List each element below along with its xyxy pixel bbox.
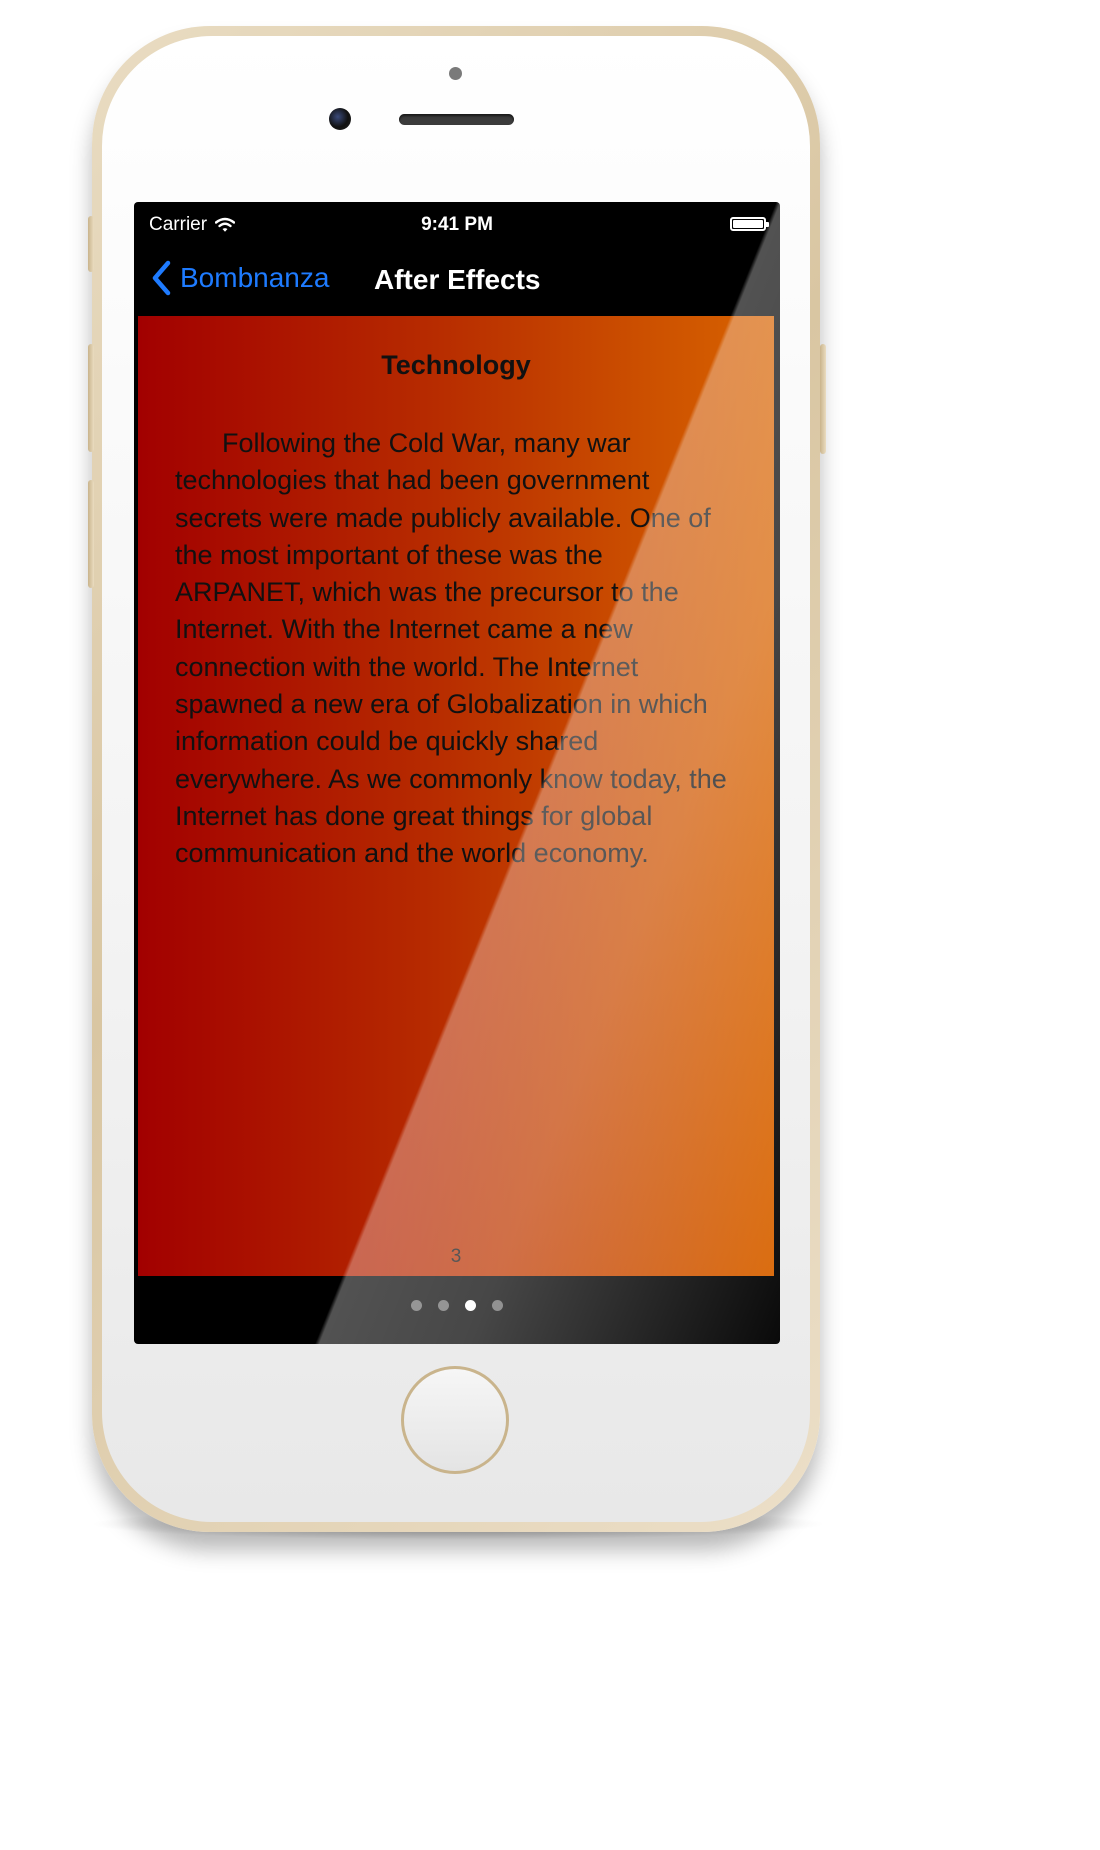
page-dot[interactable] — [438, 1300, 449, 1311]
mute-switch — [88, 216, 94, 272]
volume-up-button — [88, 344, 94, 452]
page-dot[interactable] — [492, 1300, 503, 1311]
page-control[interactable] — [134, 1300, 780, 1311]
status-time: 9:41 PM — [421, 214, 493, 235]
chevron-left-icon — [150, 260, 172, 296]
front-camera — [329, 108, 351, 130]
page-body-text: Following the Cold War, many war technol… — [175, 428, 727, 869]
device-screen: Carrier 9:41 PM Bombnanza After Effects — [134, 202, 780, 1344]
page-heading: Technology — [381, 350, 531, 380]
page-number: 3 — [450, 1246, 462, 1267]
page-dot-active[interactable] — [465, 1300, 476, 1311]
home-button[interactable] — [401, 1366, 509, 1474]
navigation-bar: Bombnanza After Effects — [134, 248, 780, 316]
back-button[interactable]: Bombnanza — [150, 260, 329, 296]
battery-level — [733, 220, 763, 228]
earpiece-speaker — [399, 114, 514, 125]
volume-down-button — [88, 480, 94, 588]
nav-title: After Effects — [374, 264, 541, 295]
back-button-label: Bombnanza — [180, 262, 330, 293]
status-bar: Carrier 9:41 PM — [134, 202, 780, 248]
battery-icon — [730, 217, 769, 231]
proximity-sensor — [449, 67, 462, 80]
page-content[interactable]: Technology Following the Cold War, many … — [138, 316, 774, 1276]
page-dot[interactable] — [411, 1300, 422, 1311]
power-button — [820, 344, 826, 454]
